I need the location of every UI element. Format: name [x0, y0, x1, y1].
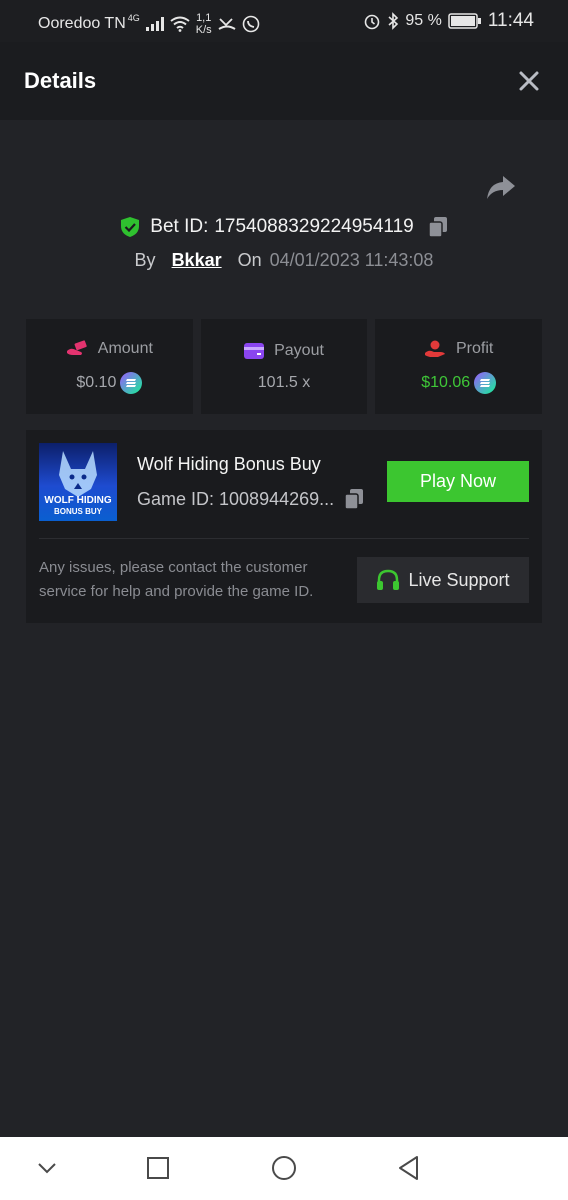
wifi-icon — [170, 16, 190, 32]
user-link[interactable]: Bkkar — [172, 250, 222, 271]
headset-icon — [377, 569, 400, 590]
live-support-button[interactable]: Live Support — [357, 557, 529, 603]
game-panel: WOLF HIDING BONUS BUY Wolf Hiding Bonus … — [26, 430, 542, 623]
signal-icon — [145, 17, 164, 31]
clock: 11:44 — [487, 10, 534, 31]
money-hand-icon — [66, 339, 87, 355]
thumbnail-title: WOLF HIDING — [44, 495, 112, 506]
profit-card: Profit $10.06 — [375, 319, 543, 414]
profit-hand-icon — [425, 340, 445, 357]
battery-icon — [448, 13, 481, 29]
copy-icon[interactable] — [344, 488, 364, 510]
support-notice: Any issues, please contact the customer … — [39, 559, 314, 600]
carrier-name: Ooredoo TN — [38, 15, 126, 32]
payout-head: Payout — [244, 342, 324, 360]
data-speed: 1,1 K/s — [196, 12, 212, 36]
payout-value-row: 101.5 x — [258, 374, 310, 392]
game-name: Wolf Hiding Bonus Buy — [137, 454, 321, 474]
alarm-icon — [365, 14, 380, 30]
bet-id-label: Bet ID: — [150, 216, 209, 237]
speed-unit: K/s — [195, 24, 212, 36]
profit-value: $10.06 — [421, 373, 471, 391]
payout-label: Payout — [274, 341, 324, 359]
shield-check-icon — [121, 217, 140, 237]
details-header: Details — [0, 42, 568, 120]
copy-icon[interactable] — [427, 216, 448, 238]
amount-value-row: $0.10 — [76, 371, 143, 394]
recent-apps-icon[interactable] — [145, 1155, 171, 1181]
battery-percent: 95 % — [405, 12, 442, 29]
bet-id-row: Bet ID: 1754088329224954119 — [0, 212, 568, 242]
profit-label: Profit — [456, 339, 494, 357]
by-label: By — [134, 249, 156, 270]
missed-call-icon — [218, 18, 236, 30]
bet-id-value: 1754088329224954119 — [214, 216, 414, 237]
chevron-down-icon[interactable] — [34, 1155, 60, 1181]
sol-coin-icon — [474, 371, 497, 394]
status-bar: Ooredoo TN 4G 1,1 K/s 95 % 11:44 — [0, 0, 568, 42]
game-id: Game ID: 1008944269... — [137, 488, 335, 509]
bet-date: 04/01/2023 11:43:08 — [269, 249, 434, 270]
amount-card: Amount $0.10 — [26, 319, 193, 414]
whatsapp-icon — [242, 15, 259, 33]
network-type: 4G — [127, 13, 140, 23]
home-icon[interactable] — [271, 1155, 297, 1181]
payout-card: Payout 101.5 x — [200, 319, 368, 414]
stats-cards: Amount $0.10 Payout 101.5 x Profit $10.0… — [26, 319, 543, 414]
share-icon[interactable] — [484, 170, 518, 204]
status-right: 95 % 11:44 — [363, 10, 534, 32]
game-thumbnail[interactable]: WOLF HIDING BONUS BUY — [39, 443, 117, 521]
status-left: Ooredoo TN 4G 1,1 K/s — [38, 12, 260, 36]
bluetooth-icon — [388, 12, 399, 30]
sol-coin-icon — [120, 371, 143, 394]
bet-meta-row: By Bkkar On 04/01/2023 11:43:08 — [0, 246, 568, 274]
close-icon[interactable] — [516, 68, 542, 94]
live-support-label: Live Support — [408, 569, 510, 590]
system-nav-bar — [0, 1137, 568, 1200]
divider — [39, 538, 529, 539]
wallet-icon — [244, 342, 265, 359]
amount-value: $0.10 — [76, 373, 117, 391]
profit-value-row: $10.06 — [421, 371, 497, 394]
play-now-button[interactable]: Play Now — [387, 461, 529, 502]
page-title: Details — [24, 68, 97, 93]
game-id-row: Game ID: 1008944269... — [137, 488, 364, 510]
back-icon[interactable] — [396, 1155, 422, 1181]
amount-head: Amount — [66, 340, 153, 358]
amount-label: Amount — [97, 339, 153, 357]
thumbnail-subtitle: BONUS BUY — [53, 507, 102, 516]
payout-value: 101.5 x — [257, 373, 311, 391]
speed-value: 1,1 — [196, 12, 212, 24]
on-label: On — [237, 249, 262, 270]
profit-head: Profit — [424, 340, 493, 358]
